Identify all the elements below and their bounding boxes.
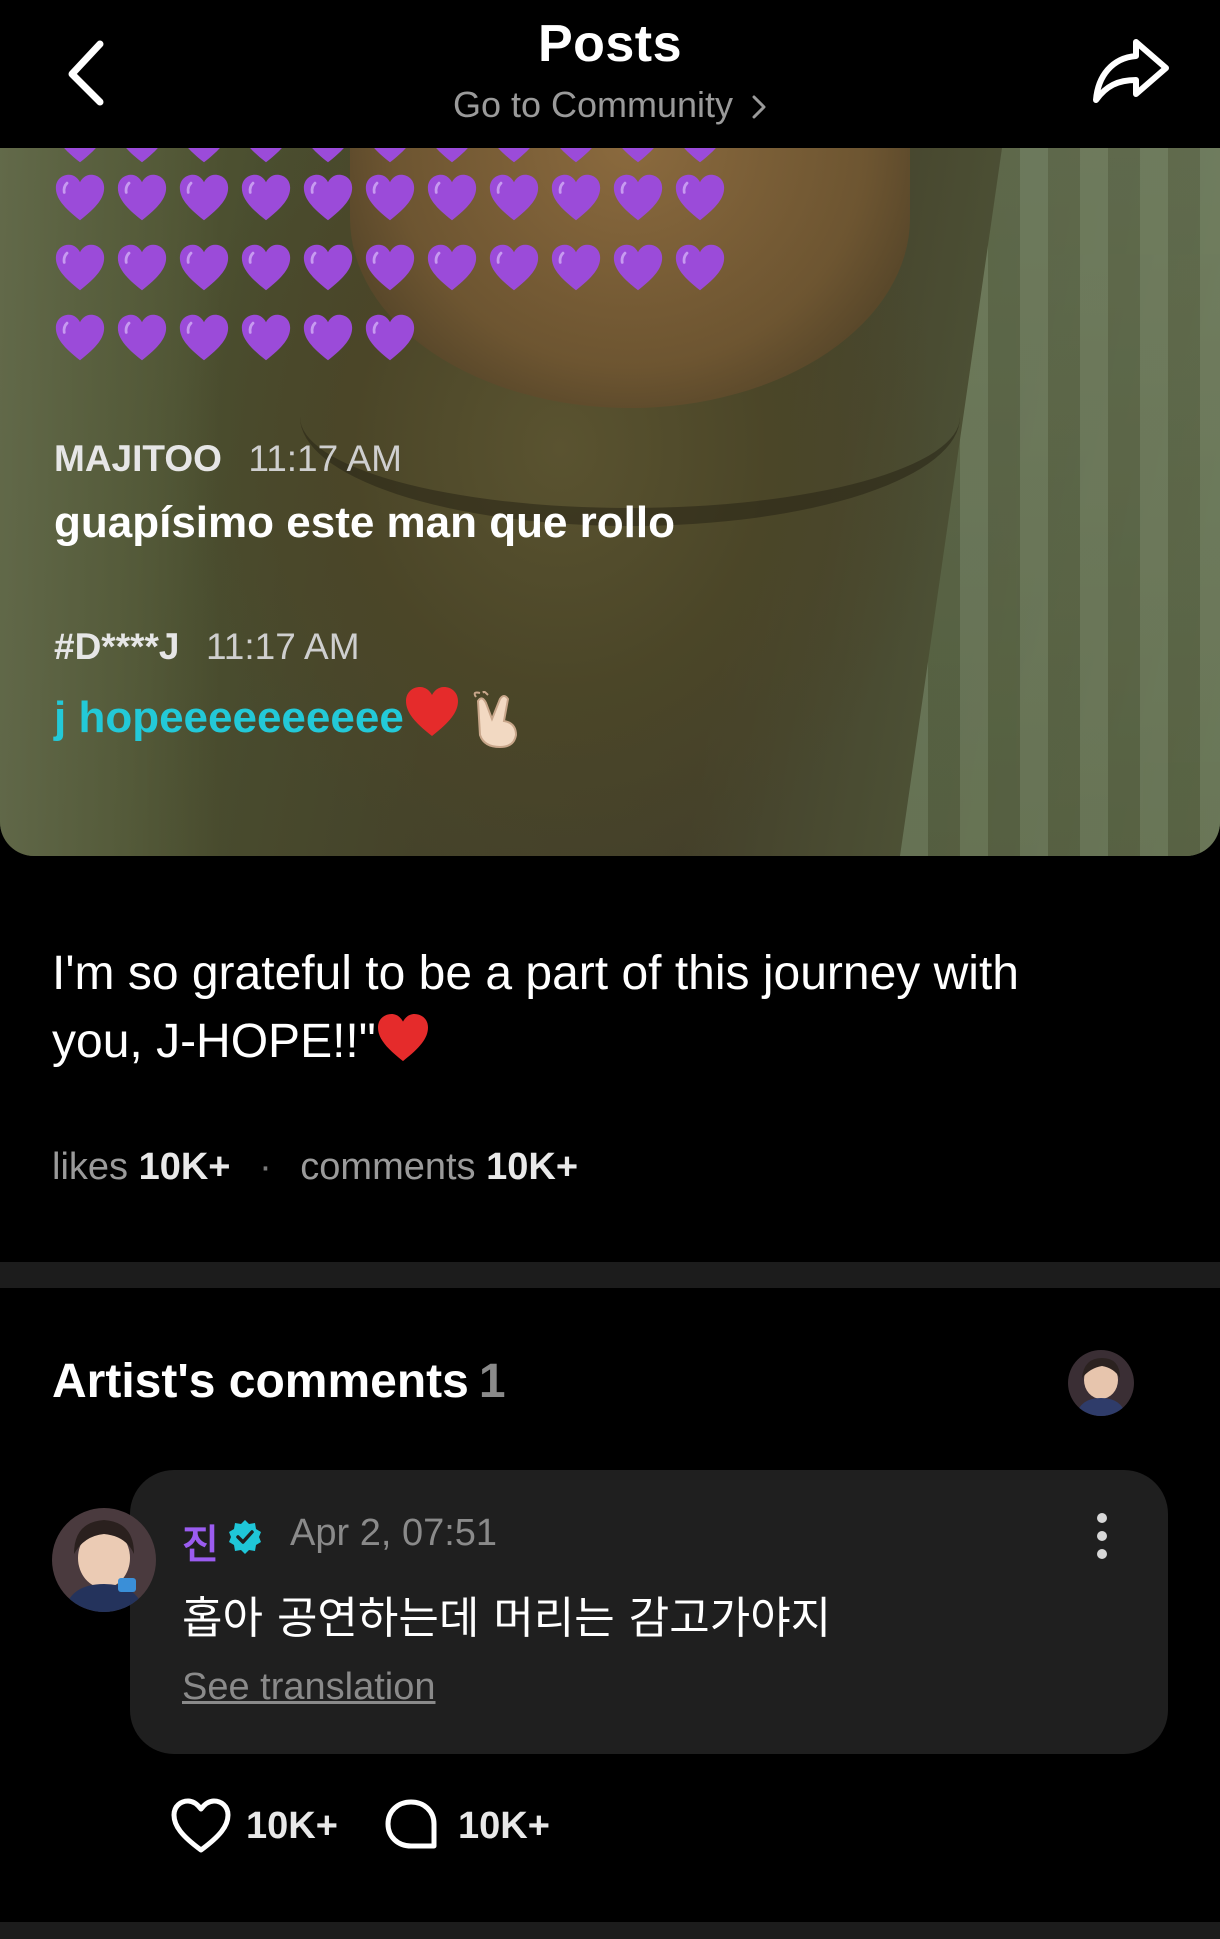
purple-heart-icon — [302, 242, 354, 294]
purple-heart-icon — [178, 312, 230, 364]
verified-icon — [226, 1518, 264, 1556]
avatar — [1068, 1350, 1134, 1416]
like-heart-icon — [171, 1798, 231, 1853]
purple-heart-icon — [550, 148, 602, 166]
purple-heart-icon — [674, 148, 726, 166]
purple-hearts-row — [54, 172, 736, 232]
chat-message: MAJITOO 11:17 AM guapísimo este man que … — [54, 438, 675, 548]
purple-heart-icon — [364, 312, 416, 364]
purple-heart-icon — [240, 172, 292, 224]
more-vertical-icon — [1097, 1513, 1107, 1559]
purple-heart-icon — [426, 172, 478, 224]
comment-bubble-icon — [385, 1799, 437, 1849]
purple-heart-icon — [488, 242, 540, 294]
purple-hearts-row — [54, 312, 426, 372]
comment-reply-count: 10K+ — [458, 1805, 550, 1847]
commenter-avatar[interactable] — [52, 1508, 156, 1612]
purple-heart-icon — [426, 148, 478, 166]
purple-heart-icon — [612, 148, 664, 166]
share-icon — [1093, 39, 1169, 103]
more-options-button[interactable] — [1092, 1510, 1112, 1562]
purple-hearts-row — [54, 148, 736, 174]
purple-heart-icon — [240, 148, 292, 166]
artist-comments-title: Artist's comments — [52, 1355, 469, 1408]
purple-heart-icon — [488, 172, 540, 224]
top-bar: Posts Go to Community — [0, 0, 1220, 148]
post-caption-line: you, J-HOPE!!" — [52, 1015, 376, 1068]
purple-heart-icon — [54, 172, 106, 224]
purple-heart-icon — [178, 242, 230, 294]
purple-heart-icon — [364, 148, 416, 166]
likes-count: 10K+ — [138, 1146, 231, 1188]
purple-heart-icon — [612, 242, 664, 294]
comments-label: comments — [300, 1146, 476, 1188]
purple-heart-icon — [178, 172, 230, 224]
chat-text: j hopeeeeeeeeee — [54, 693, 404, 742]
go-to-community-link[interactable]: Go to Community — [0, 84, 1220, 126]
purple-heart-icon — [302, 312, 354, 364]
like-button[interactable]: 10K+ — [168, 1796, 348, 1856]
purple-heart-icon — [426, 242, 478, 294]
see-translation-link[interactable]: See translation — [182, 1666, 436, 1709]
comments-count: 10K+ — [486, 1146, 579, 1188]
chat-time: 11:17 AM — [205, 626, 360, 667]
purple-heart-icon — [550, 242, 602, 294]
purple-heart-icon — [240, 242, 292, 294]
share-button[interactable] — [1088, 30, 1174, 110]
post-caption-line: I'm so grateful to be a part of this jou… — [52, 947, 1019, 1000]
comment-date: Apr 2, 07:51 — [290, 1512, 498, 1554]
comment-author[interactable]: 진 — [182, 1512, 219, 1570]
artist-comments-count: 1 — [478, 1355, 506, 1408]
purple-heart-icon — [674, 172, 726, 224]
purple-heart-icon — [302, 148, 354, 166]
likes-label: likes — [52, 1146, 129, 1188]
page-title: Posts — [537, 15, 683, 73]
artist-comments-heading: Artist's comments 1 — [52, 1354, 506, 1409]
purple-heart-icon — [302, 172, 354, 224]
purple-heart-icon — [550, 172, 602, 224]
reply-button[interactable]: 10K+ — [384, 1796, 564, 1856]
purple-heart-icon — [54, 242, 106, 294]
purple-heart-icon — [178, 148, 230, 166]
purple-heart-icon — [116, 172, 168, 224]
avatar — [52, 1508, 156, 1612]
artist-avatar-button[interactable] — [1068, 1350, 1134, 1416]
photo-shirt-right — [900, 148, 1220, 856]
post-stats: likes 10K+ · comments 10K+ — [52, 1146, 578, 1189]
purple-heart-icon — [612, 172, 664, 224]
post-caption: I'm so grateful to be a part of this jou… — [52, 940, 1182, 1076]
red-heart-icon — [405, 687, 458, 736]
purple-heart-icon — [674, 242, 726, 294]
purple-heart-icon — [54, 148, 106, 166]
comment-like-count: 10K+ — [246, 1805, 338, 1847]
chat-message: #D****J 11:17 AM j hopeeeeeeeeee — [54, 626, 522, 749]
bottom-divider — [0, 1922, 1220, 1939]
chat-username: MAJITOO — [54, 438, 222, 479]
chevron-right-icon — [752, 95, 766, 119]
chat-time: 11:17 AM — [248, 438, 402, 479]
purple-heart-icon — [364, 172, 416, 224]
finger-heart-icon — [473, 691, 517, 749]
post-caption-line-row: you, J-HOPE!!" — [52, 1008, 1182, 1076]
chat-username: #D****J — [54, 626, 180, 667]
purple-heart-icon — [240, 312, 292, 364]
purple-heart-icon — [54, 312, 106, 364]
community-link-label: Go to Community — [452, 84, 734, 125]
purple-heart-icon — [116, 242, 168, 294]
post-photo[interactable]: MAJITOO 11:17 AM guapísimo este man que … — [0, 148, 1220, 856]
comment-text: 홉아 공연하는데 머리는 감고가야지 — [182, 1593, 832, 1644]
purple-heart-icon — [116, 312, 168, 364]
purple-heart-icon — [488, 148, 540, 166]
chat-text-row: j hopeeeeeeeeee — [54, 686, 522, 749]
purple-hearts-row — [54, 242, 736, 302]
purple-heart-icon — [116, 148, 168, 166]
red-heart-icon — [377, 1013, 428, 1062]
section-divider — [0, 1262, 1220, 1288]
chat-text: guapísimo este man que rollo — [54, 498, 676, 547]
purple-heart-icon — [364, 242, 416, 294]
separator-dot: · — [259, 1146, 272, 1188]
